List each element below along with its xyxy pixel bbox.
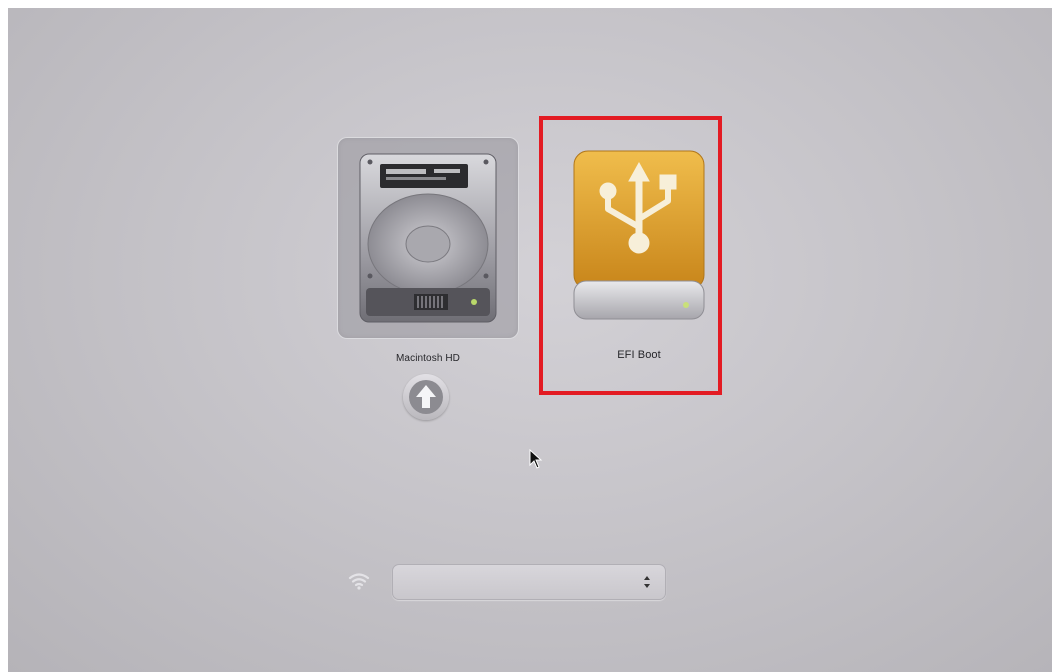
boot-arrow-button[interactable]: [403, 374, 449, 420]
hard-drive-icon: [359, 153, 497, 323]
volume-macintosh-hd[interactable]: Macintosh HD: [337, 137, 519, 364]
chevron-up-down-icon: [644, 576, 650, 588]
volume-label: EFI Boot: [617, 349, 661, 361]
usb-drive-icon: [573, 150, 705, 320]
network-select[interactable]: [392, 564, 666, 600]
volume-label: Macintosh HD: [396, 353, 460, 364]
mouse-cursor-icon: [529, 448, 543, 474]
boot-picker-screen: Macintosh HD EFI Boot: [8, 8, 1052, 672]
volume-efi-boot[interactable]: EFI Boot: [548, 137, 730, 361]
volume-icon-frame[interactable]: [548, 137, 728, 337]
volume-selection-frame[interactable]: [337, 137, 519, 339]
up-arrow-icon: [409, 380, 443, 414]
wifi-icon: [348, 572, 370, 595]
